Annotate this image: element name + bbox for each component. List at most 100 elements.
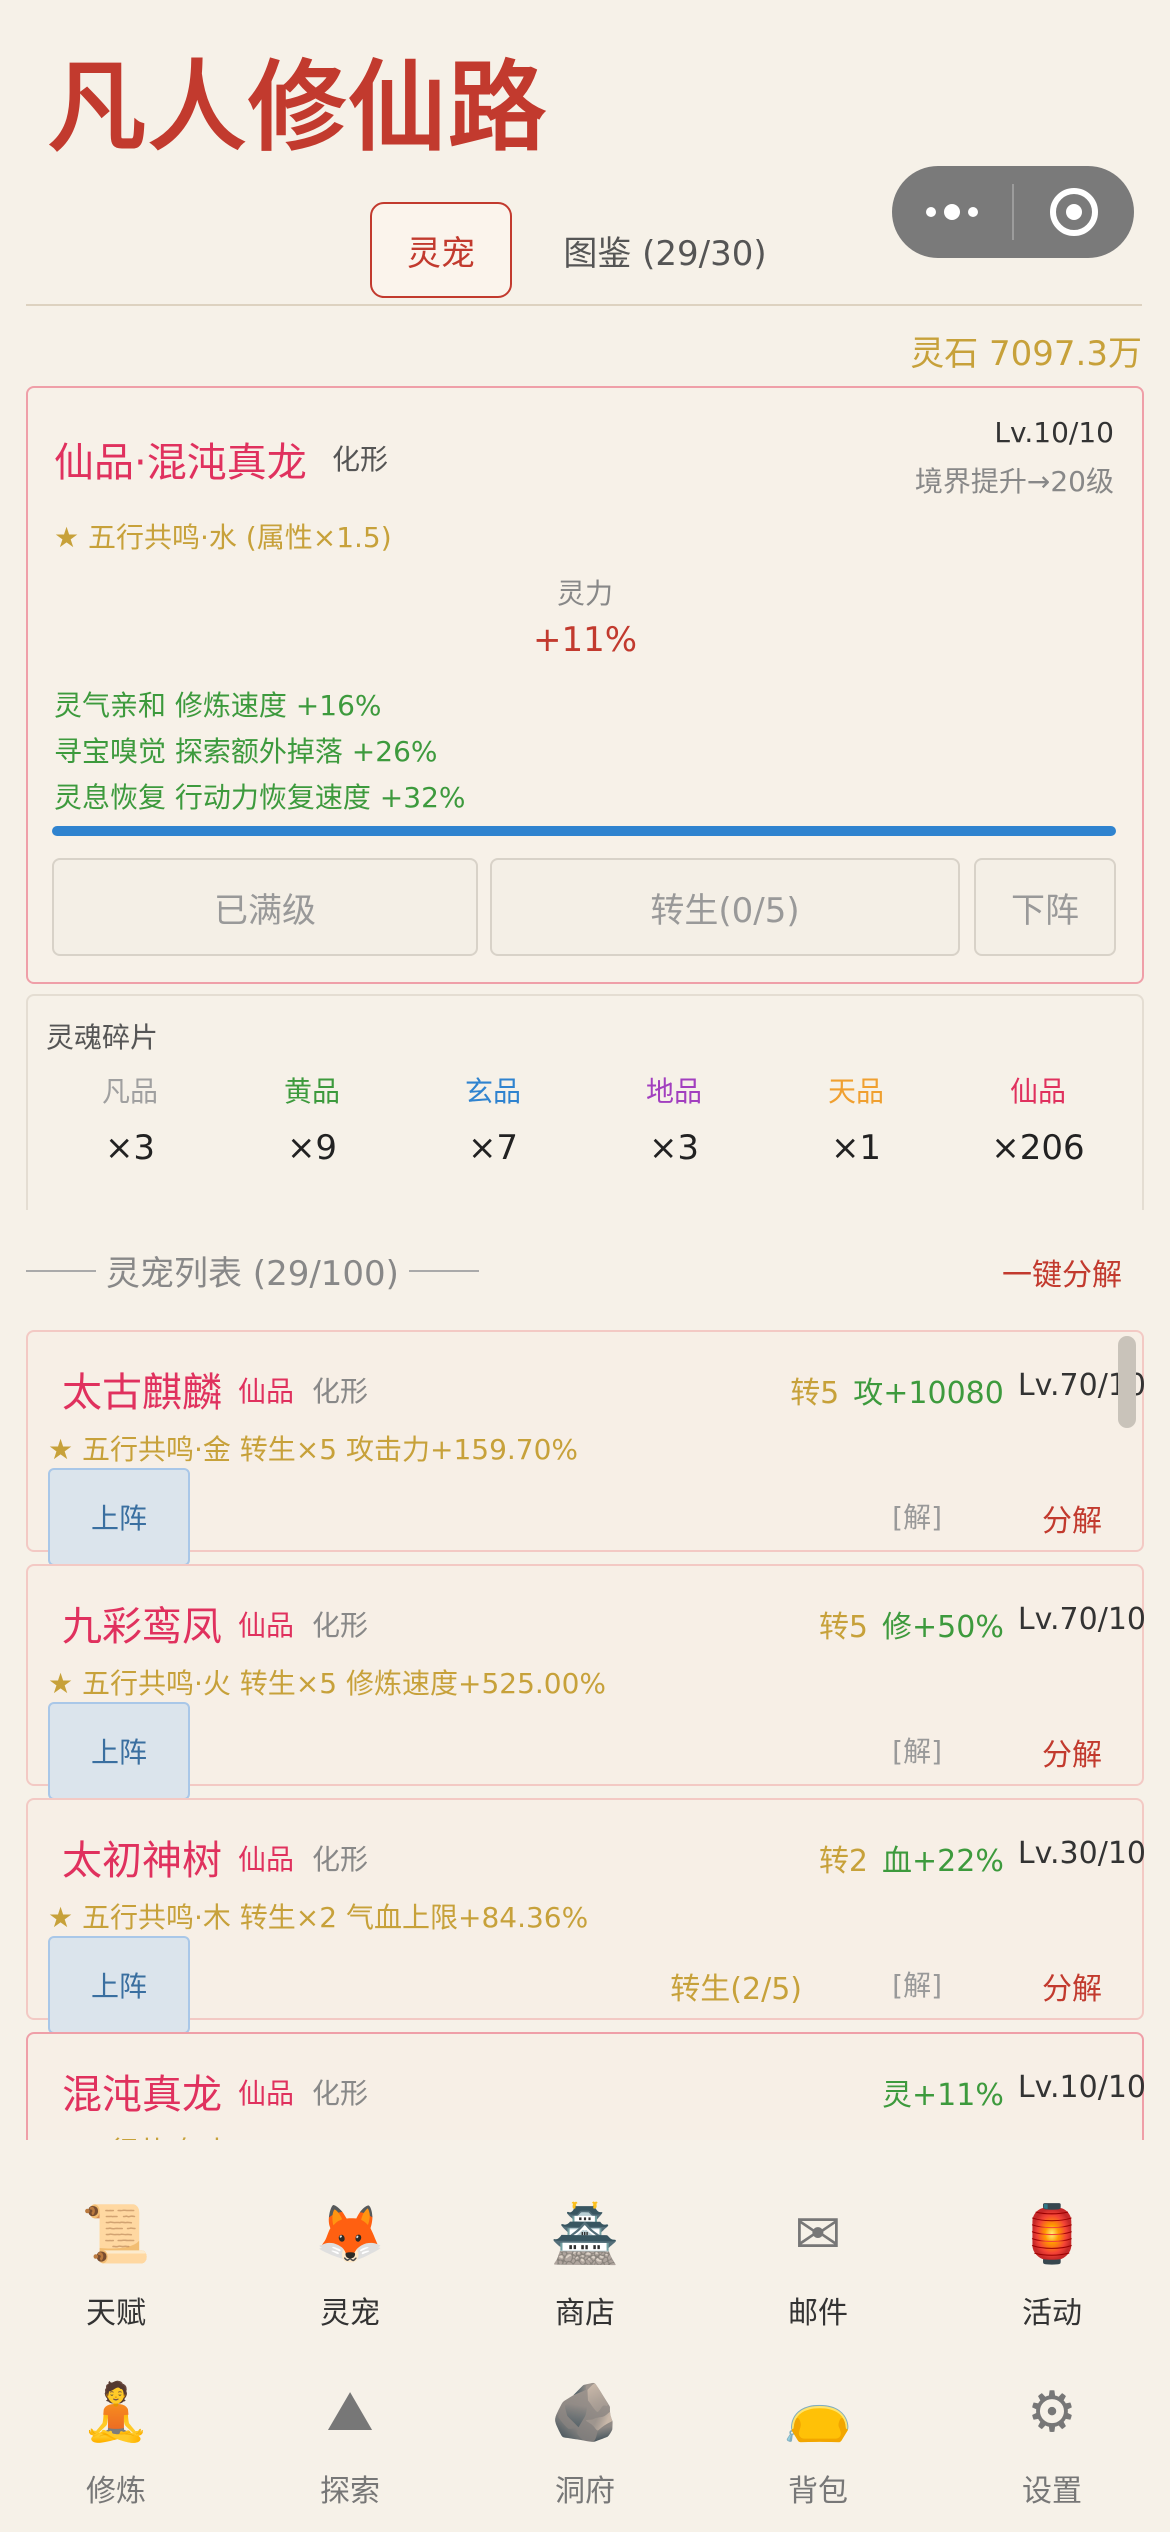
nav-label: 洞府 — [555, 2474, 615, 2509]
nav-shop[interactable]: 🏯 商店 — [515, 2188, 655, 2332]
pet-name: 九彩鸾凤 — [62, 1604, 222, 1650]
pet-stats: 转5 攻+10080 Lv.70/10 — [790, 1368, 1146, 1412]
release-button[interactable]: [解] — [892, 1730, 942, 1770]
fragment-count: ×206 — [991, 1128, 1085, 1168]
more-icon[interactable] — [892, 204, 1012, 220]
nav-pets[interactable]: 🦊 灵宠 — [280, 2188, 420, 2332]
nav-talent[interactable]: 📜 天赋 — [46, 2188, 186, 2332]
fragment-grade-name: 玄品 — [464, 1075, 521, 1108]
nav-label: 探索 — [320, 2474, 380, 2509]
decompose-button[interactable]: 分解 — [1042, 1730, 1102, 1774]
decompose-all-button[interactable]: 一键分解 — [1002, 1250, 1122, 1294]
fragment-grade: 仙品 ×206 — [963, 1070, 1113, 1168]
fragment-grade: 凡品 ×3 — [55, 1070, 205, 1168]
nav-label: 商店 — [555, 2296, 615, 2331]
deploy-button[interactable]: 上阵 — [48, 1936, 190, 2034]
nav-mail[interactable]: ✉ 邮件 — [748, 2188, 888, 2332]
pet-bonus: 灵+11% — [882, 2078, 1004, 2113]
bottom-nav: 📜 天赋 🦊 灵宠 🏯 商店 ✉ 邮件 🏮 活动 🧘 修炼 ⛰ 探索 🪨 洞府 … — [0, 2140, 1170, 2532]
pet-list[interactable]: 太古麒麟 仙品 化形 转5 攻+10080 Lv.70/10 ★ 五行共鸣·金 … — [0, 1320, 1170, 2140]
nav-explore[interactable]: ⛰ 探索 — [280, 2366, 420, 2510]
nav-cave[interactable]: 🪨 洞府 — [515, 2366, 655, 2510]
fragment-grade-name: 仙品 — [1009, 1075, 1066, 1108]
decompose-button[interactable]: 分解 — [1042, 1964, 1102, 2008]
close-target-icon[interactable] — [1014, 188, 1134, 236]
pet-rebirth-count: 转5 — [790, 1376, 840, 1411]
bag-icon: 👝 — [783, 2380, 853, 2445]
list-scrollbar[interactable] — [1118, 1336, 1136, 1428]
scroll-icon: 📜 — [81, 2202, 151, 2267]
rebirth-button[interactable]: 转生(0/5) — [490, 858, 960, 956]
current-pet-form: 化形 — [332, 443, 389, 476]
nav-label: 背包 — [788, 2474, 848, 2509]
miniprogram-capsule[interactable] — [892, 166, 1134, 258]
stat-label: 灵力 — [556, 577, 613, 610]
nav-label: 灵宠 — [320, 2296, 380, 2331]
pet-stats: 灵+11% Lv.10/10 — [882, 2070, 1146, 2114]
deploy-button[interactable]: 上阵 — [48, 1702, 190, 1800]
pet-list-title: 灵宠列表 (29/100) — [106, 1254, 399, 1294]
pet-stats: 转5 修+50% Lv.70/10 — [819, 1602, 1146, 1646]
pet-list-item[interactable]: 太古麒麟 仙品 化形 转5 攻+10080 Lv.70/10 ★ 五行共鸣·金 … — [26, 1330, 1146, 1566]
fragment-grade-name: 天品 — [827, 1075, 884, 1108]
tab-collection[interactable]: 图鉴 (29/30) — [540, 202, 790, 298]
pet-description: ★ 五行共鸣·金 转生×5 攻击力+159.70% — [48, 1433, 579, 1466]
tab-pets[interactable]: 灵宠 — [370, 202, 512, 298]
meditation-icon: 🧘 — [81, 2380, 151, 2445]
decompose-button[interactable]: 分解 — [1042, 1496, 1102, 1540]
fragment-count: ×7 — [467, 1128, 519, 1168]
pet-name: 太初神树 — [62, 1838, 222, 1884]
pet-form: 化形 — [312, 1375, 369, 1408]
fragment-count: ×3 — [104, 1128, 156, 1168]
fragment-count: ×3 — [648, 1128, 700, 1168]
pet-description: ★ 五行共鸣·木 转生×2 气血上限+84.36% — [48, 1901, 589, 1934]
pet-description: ★ 五行共鸣·火 转生×5 修炼速度+525.00% — [48, 1667, 607, 1700]
pet-bonus: 血+22% — [882, 1844, 1004, 1879]
pet-grade: 仙品 — [238, 1375, 295, 1408]
nav-settings[interactable]: ⚙ 设置 — [982, 2366, 1122, 2510]
pet-level: Lv.70/10 — [1017, 1602, 1146, 1637]
pet-bonus: 修+50% — [882, 1610, 1004, 1645]
fox-icon: 🦊 — [315, 2202, 385, 2267]
app-title: 凡人修仙路 — [48, 50, 549, 165]
pet-name: 太古麒麟 — [62, 1370, 222, 1416]
rebirth-link[interactable]: 转生(2/5) — [670, 1964, 802, 2008]
pet-level: Lv.10/10 — [1017, 2070, 1146, 2105]
nav-label: 邮件 — [788, 2296, 848, 2331]
nav-cultivate[interactable]: 🧘 修炼 — [46, 2366, 186, 2510]
exp-progress-bar — [52, 826, 1116, 836]
current-pet-name: 仙品·混沌真龙 — [54, 440, 307, 486]
nav-label: 天赋 — [86, 2296, 146, 2331]
pet-list-item[interactable]: 混沌真龙 仙品 化形 灵+11% Lv.10/10 ★ 五行共鸣·水 — [26, 2032, 1146, 2140]
current-pet-realm-note: 境界提升→20级 — [914, 465, 1114, 498]
skill-line: 灵息恢复 行动力恢复速度 +32% — [54, 781, 466, 814]
deploy-button[interactable]: 上阵 — [48, 1468, 190, 1566]
pavilion-icon: 🏯 — [550, 2202, 620, 2267]
nav-bag[interactable]: 👝 背包 — [748, 2366, 888, 2510]
fragment-grade-name: 地品 — [645, 1075, 702, 1108]
pet-list-item[interactable]: 九彩鸾凤 仙品 化形 转5 修+50% Lv.70/10 ★ 五行共鸣·火 转生… — [26, 1564, 1146, 1800]
maxed-button[interactable]: 已满级 — [52, 858, 478, 956]
fragment-grade-name: 凡品 — [101, 1075, 158, 1108]
pet-list-item[interactable]: 太初神树 仙品 化形 转2 血+22% Lv.30/10 ★ 五行共鸣·木 转生… — [26, 1798, 1146, 2034]
current-pet-level: Lv.10/10 — [994, 416, 1114, 449]
fragment-grade-name: 黄品 — [283, 1075, 340, 1108]
nav-label: 修炼 — [86, 2474, 146, 2509]
release-button[interactable]: [解] — [892, 1964, 942, 2004]
pet-grade: 仙品 — [238, 1609, 295, 1642]
undeploy-button[interactable]: 下阵 — [974, 858, 1116, 956]
pet-form: 化形 — [312, 1609, 369, 1642]
pet-description: ★ 五行共鸣·水 — [48, 2130, 231, 2140]
release-button[interactable]: [解] — [892, 1496, 942, 1536]
fragment-grade: 黄品 ×9 — [237, 1070, 387, 1168]
nav-label: 设置 — [1022, 2474, 1082, 2509]
nav-events[interactable]: 🏮 活动 — [982, 2188, 1122, 2332]
cave-icon: 🪨 — [550, 2380, 620, 2445]
current-pet-wuxing: ★ 五行共鸣·水 (属性×1.5) — [54, 521, 392, 554]
pet-stats: 转2 血+22% Lv.30/10 — [819, 1836, 1146, 1880]
pet-form: 化形 — [312, 1843, 369, 1876]
spirit-stone-balance: 灵石 7097.3万 — [910, 334, 1142, 374]
pet-grade: 仙品 — [238, 2077, 295, 2110]
soul-fragments-title: 灵魂碎片 — [46, 1021, 159, 1054]
gear-icon: ⚙ — [1026, 2379, 1078, 2445]
